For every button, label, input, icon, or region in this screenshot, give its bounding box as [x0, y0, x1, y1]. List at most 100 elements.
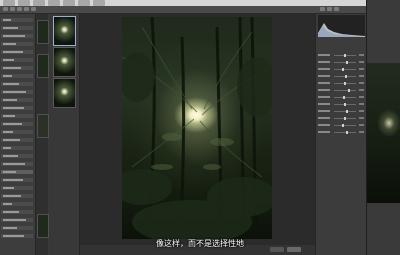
thumbnail[interactable]	[37, 214, 49, 238]
panel-row[interactable]	[1, 186, 33, 190]
slider-knob[interactable]	[347, 89, 350, 92]
row-label	[3, 203, 12, 205]
adjustment-slider[interactable]	[318, 96, 364, 99]
row-label	[3, 107, 24, 109]
panel-row[interactable]	[1, 98, 33, 102]
row-label	[3, 235, 24, 237]
filmstrip-thumbnail[interactable]	[53, 47, 76, 77]
histogram-graph	[318, 23, 365, 37]
app-window	[0, 0, 366, 255]
slider-knob[interactable]	[345, 110, 348, 113]
slider-knob[interactable]	[342, 68, 344, 71]
slider-knob[interactable]	[344, 103, 346, 106]
panel-row[interactable]	[1, 74, 33, 78]
adjustment-slider[interactable]	[318, 61, 364, 64]
row-label	[3, 219, 26, 221]
row-label	[3, 91, 26, 93]
slider-knob[interactable]	[345, 75, 347, 78]
tool-icon[interactable]	[10, 7, 15, 11]
panel-row[interactable]	[1, 26, 33, 30]
adjustment-slider[interactable]	[318, 82, 364, 85]
panel-row[interactable]	[1, 114, 33, 118]
slider-label	[318, 75, 330, 77]
panel-row[interactable]	[1, 82, 33, 86]
panel-row[interactable]	[1, 42, 33, 46]
panel-row[interactable]	[1, 90, 33, 94]
slider-value	[359, 75, 364, 77]
slider-knob[interactable]	[342, 124, 345, 127]
tool-icon[interactable]	[31, 7, 36, 11]
tool-icon[interactable]	[327, 7, 332, 11]
tool-icon[interactable]	[320, 7, 325, 11]
adjustment-slider[interactable]	[318, 117, 364, 120]
slider-label	[318, 61, 330, 63]
adjustment-slider[interactable]	[318, 54, 364, 57]
slider-knob[interactable]	[346, 61, 349, 64]
panel-row[interactable]	[1, 50, 33, 54]
adjustment-slider[interactable]	[318, 89, 364, 92]
slider-value	[359, 124, 364, 126]
slider-track[interactable]	[334, 132, 356, 133]
panel-row[interactable]	[1, 122, 33, 126]
panel-row[interactable]	[1, 34, 33, 38]
row-label	[3, 147, 11, 149]
slider-track[interactable]	[334, 69, 356, 70]
forest-photo[interactable]	[122, 17, 272, 239]
adjustment-slider[interactable]	[318, 103, 364, 106]
filmstrip-thumbnail[interactable]	[53, 78, 76, 108]
slider-track[interactable]	[334, 62, 356, 63]
slider-label	[318, 68, 330, 70]
panel-row[interactable]	[1, 210, 33, 214]
slider-knob[interactable]	[344, 54, 346, 57]
histogram	[318, 15, 365, 37]
forest-photo-preview[interactable]	[367, 63, 400, 203]
tool-icon[interactable]	[3, 7, 8, 11]
row-label	[3, 59, 14, 61]
tool-icon[interactable]	[24, 7, 29, 11]
slider-knob[interactable]	[343, 96, 345, 99]
slider-track[interactable]	[334, 125, 356, 126]
slider-track[interactable]	[334, 90, 356, 91]
adjustment-slider[interactable]	[318, 68, 364, 71]
panel-row[interactable]	[1, 170, 33, 174]
panel-row[interactable]	[1, 178, 33, 182]
row-label	[3, 19, 11, 21]
row-label	[3, 123, 22, 125]
panel-row[interactable]	[1, 18, 33, 22]
panel-row[interactable]	[1, 130, 33, 134]
slider-knob[interactable]	[344, 117, 346, 120]
slider-knob[interactable]	[344, 82, 346, 85]
panel-row[interactable]	[1, 226, 33, 230]
thumbnail[interactable]	[37, 20, 49, 44]
adjustment-slider[interactable]	[318, 124, 364, 127]
adjustment-slider[interactable]	[318, 75, 364, 78]
panel-row[interactable]	[1, 138, 33, 142]
slider-label	[318, 82, 330, 84]
slider-knob[interactable]	[346, 131, 348, 134]
row-label	[3, 211, 19, 213]
collection-strip	[36, 14, 49, 255]
panel-row[interactable]	[1, 58, 33, 62]
secondary-window	[366, 0, 400, 255]
panel-row[interactable]	[1, 154, 33, 158]
adjustment-slider[interactable]	[318, 131, 364, 134]
slider-track[interactable]	[334, 97, 356, 98]
slider-label	[318, 131, 330, 133]
panel-row[interactable]	[1, 162, 33, 166]
panel-row[interactable]	[1, 218, 33, 222]
image-canvas[interactable]	[80, 14, 315, 245]
row-label	[3, 163, 25, 165]
tool-icon[interactable]	[17, 7, 22, 11]
panel-row[interactable]	[1, 194, 33, 198]
panel-row[interactable]	[1, 202, 33, 206]
panel-row[interactable]	[1, 66, 33, 70]
thumbnail[interactable]	[37, 54, 49, 78]
tool-icon[interactable]	[334, 7, 339, 11]
row-label	[3, 67, 21, 69]
panel-row[interactable]	[1, 106, 33, 110]
row-label	[3, 83, 19, 85]
filmstrip-thumbnail[interactable]	[53, 16, 76, 46]
panel-row[interactable]	[1, 146, 33, 150]
thumbnail[interactable]	[37, 114, 49, 138]
adjustment-slider[interactable]	[318, 110, 364, 113]
